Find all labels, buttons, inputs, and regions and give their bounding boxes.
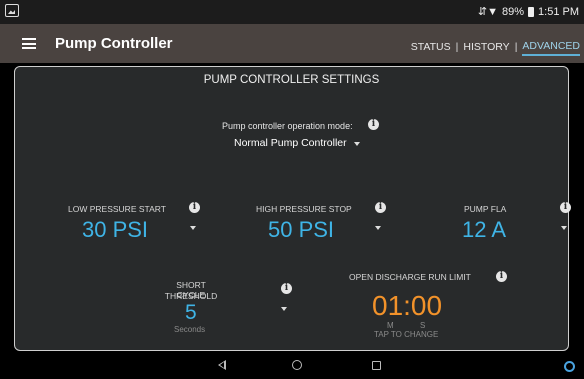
high-pressure-stop-chevron-down-icon[interactable] [375, 226, 381, 230]
short-cycle-unit: Seconds [174, 325, 206, 334]
tab-separator: | [514, 40, 518, 53]
status-indicators: ⇵▼ 89% 1:51 PM [477, 5, 579, 19]
open-discharge-info-icon[interactable]: i [496, 271, 507, 282]
high-pressure-stop-info-icon[interactable]: i [375, 202, 386, 213]
tab-status[interactable]: STATUS [411, 41, 451, 53]
low-pressure-start-label: LOW PRESSURE START [68, 204, 166, 214]
top-nav-tabs: STATUS | HISTORY | ADVANCED [411, 37, 580, 56]
low-pressure-start-info-icon[interactable]: i [189, 202, 200, 213]
system-nav-bar [0, 355, 584, 379]
panel-title: PUMP CONTROLLER SETTINGS [203, 74, 380, 86]
tab-separator: | [455, 40, 459, 53]
short-cycle-value[interactable]: 5 [185, 301, 197, 325]
operation-mode-chevron-down-icon[interactable] [354, 142, 360, 146]
operation-mode-label: Pump controller operation mode: [222, 121, 353, 131]
short-cycle-label-line2: THRESHOLD [164, 291, 218, 301]
app-bar: Pump Controller STATUS | HISTORY | ADVAN… [0, 24, 584, 63]
short-cycle-info-icon[interactable]: i [281, 283, 292, 294]
clock: 1:51 PM [538, 5, 579, 18]
operation-mode-info-icon[interactable]: i [368, 119, 379, 130]
home-icon[interactable] [292, 360, 302, 370]
tab-history[interactable]: HISTORY [463, 41, 509, 53]
gallery-icon [5, 4, 19, 17]
tab-advanced[interactable]: ADVANCED [522, 40, 580, 56]
wifi-signal-icon: ⇵▼ [477, 6, 498, 18]
battery-percent: 89% [502, 5, 525, 18]
low-pressure-start-chevron-down-icon[interactable] [190, 226, 196, 230]
recent-apps-icon[interactable] [372, 361, 381, 370]
hamburger-menu-icon[interactable] [22, 38, 36, 49]
battery-icon [528, 6, 535, 17]
short-cycle-chevron-down-icon[interactable] [281, 307, 287, 311]
low-pressure-start-value[interactable]: 30 PSI [82, 217, 148, 243]
pump-fla-value[interactable]: 12 A [462, 217, 506, 243]
high-pressure-stop-label: HIGH PRESSURE STOP [256, 204, 352, 214]
tap-to-change-hint: TAP TO CHANGE [374, 330, 439, 339]
status-bar: ⇵▼ 89% 1:51 PM [0, 0, 584, 24]
pump-fla-label: PUMP FLA [464, 204, 507, 214]
timer-minutes-unit: M [387, 321, 394, 330]
pump-fla-info-icon[interactable]: i [560, 202, 571, 213]
back-icon[interactable] [218, 360, 226, 370]
high-pressure-stop-value[interactable]: 50 PSI [268, 217, 334, 243]
pump-fla-chevron-down-icon[interactable] [561, 226, 567, 230]
operation-mode-dropdown[interactable]: Normal Pump Controller [234, 137, 347, 149]
open-discharge-label: OPEN DISCHARGE RUN LIMIT [349, 272, 471, 282]
settings-panel: PUMP CONTROLLER SETTINGS Pump controller… [14, 66, 571, 351]
assistant-icon[interactable] [564, 361, 575, 372]
app-title: Pump Controller [55, 35, 173, 52]
open-discharge-timer[interactable]: 01:00 [372, 290, 442, 322]
timer-seconds-unit: S [420, 321, 426, 330]
